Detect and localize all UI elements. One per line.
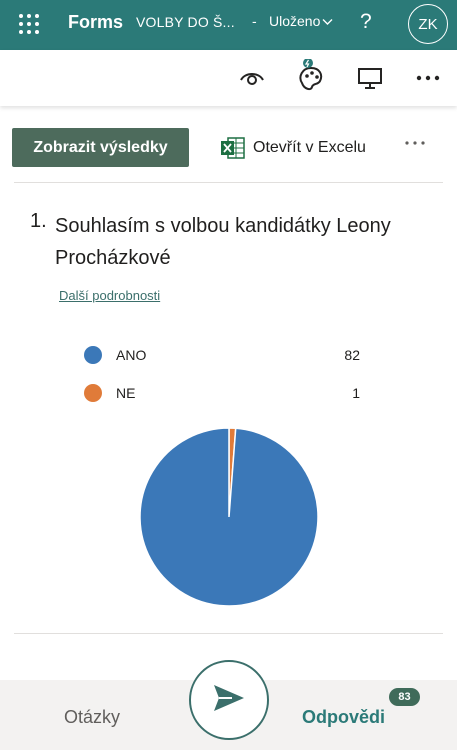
question-text: Souhlasím s volbou kandidátky Leony Proc… bbox=[55, 215, 391, 269]
legend-swatch-ne bbox=[84, 384, 102, 402]
legend-label-ne: NE bbox=[116, 385, 136, 401]
palette-icon[interactable] bbox=[296, 59, 324, 91]
avatar[interactable]: ZK bbox=[408, 4, 448, 44]
responses-count-badge: 83 bbox=[389, 688, 420, 706]
legend-item-ne: NE 1 bbox=[84, 384, 364, 404]
app-name[interactable]: Forms bbox=[68, 12, 123, 33]
open-excel-button[interactable]: Otevřít v Excelu bbox=[221, 137, 366, 159]
view-results-button[interactable]: Zobrazit výsledky bbox=[12, 128, 189, 167]
legend-count-ano: 82 bbox=[344, 347, 360, 363]
legend-swatch-ano bbox=[84, 346, 102, 364]
send-icon bbox=[212, 683, 246, 718]
legend-item-ano: ANO 82 bbox=[84, 346, 364, 366]
save-status-label: Uloženo bbox=[269, 13, 321, 29]
question-number: 1. bbox=[30, 210, 47, 232]
chevron-down-icon bbox=[322, 17, 333, 29]
form-toolbar bbox=[0, 50, 457, 106]
pie-slice-ano[interactable] bbox=[139, 427, 319, 607]
waffle-icon[interactable] bbox=[18, 13, 40, 35]
presentation-icon[interactable] bbox=[356, 64, 384, 92]
send-button[interactable] bbox=[189, 660, 269, 740]
legend-count-ne: 1 bbox=[352, 385, 360, 401]
section-divider bbox=[14, 182, 443, 183]
results-pie-chart bbox=[139, 427, 319, 607]
help-button[interactable]: ? bbox=[360, 10, 372, 34]
excel-icon bbox=[221, 137, 245, 159]
open-excel-label: Otevřít v Excelu bbox=[253, 139, 366, 156]
more-options-icon[interactable] bbox=[404, 136, 426, 155]
eye-icon[interactable] bbox=[238, 64, 266, 92]
more-details-link[interactable]: Další podrobnosti bbox=[59, 288, 160, 303]
legend-label-ano: ANO bbox=[116, 347, 147, 363]
more-icon[interactable] bbox=[414, 64, 442, 92]
save-status-menu[interactable]: Uloženo bbox=[269, 13, 333, 29]
form-title: VOLBY DO Š... bbox=[136, 14, 235, 30]
tab-questions[interactable]: Otázky bbox=[64, 707, 120, 728]
tab-responses[interactable]: Odpovědi bbox=[302, 707, 385, 728]
title-separator: - bbox=[252, 13, 257, 29]
chart-divider bbox=[14, 633, 443, 634]
app-header: Forms VOLBY DO Š... - Uloženo ? ZK bbox=[0, 0, 457, 50]
